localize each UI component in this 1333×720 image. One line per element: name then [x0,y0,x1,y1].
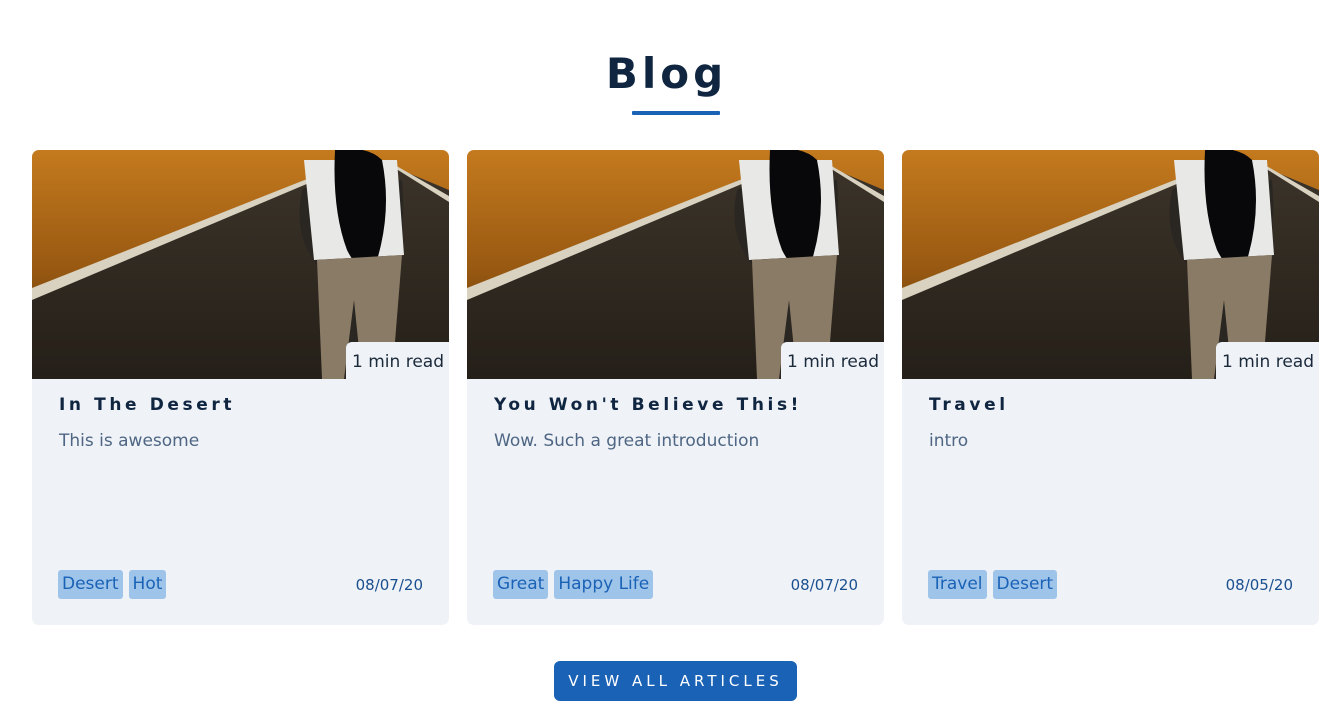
blog-card-date: 08/07/20 [790,576,858,594]
tag-list: Travel Desert [928,570,1063,599]
title-underline [632,111,720,115]
tag[interactable]: Desert [58,570,123,599]
blog-card[interactable]: 1 min read You Won't Believe This! Wow. … [467,150,884,625]
blog-card-title[interactable]: In The Desert [59,394,235,416]
tag[interactable]: Happy Life [554,570,654,599]
blog-card-intro: intro [929,431,969,451]
tag[interactable]: Desert [992,570,1058,599]
blog-card-title[interactable]: Travel [929,394,1009,416]
blog-section: Blog 1 min read In The Desert This is aw… [0,0,1333,720]
tag[interactable]: Great [493,570,549,599]
read-time-badge: 1 min read [781,342,884,379]
blog-card-intro: Wow. Such a great introduction [494,431,760,451]
read-time-badge: 1 min read [346,342,449,379]
blog-cards: 1 min read In The Desert This is awesome… [32,150,1320,625]
blog-card-date: 08/05/20 [1225,576,1293,594]
read-time-badge: 1 min read [1216,342,1319,379]
tag[interactable]: Travel [928,570,987,599]
blog-card[interactable]: 1 min read In The Desert This is awesome… [32,150,449,625]
view-all-articles-button[interactable]: VIEW ALL ARTICLES [554,661,797,701]
blog-card-intro: This is awesome [59,431,200,451]
blog-card[interactable]: 1 min read Travel intro Travel Desert 08/… [902,150,1319,625]
tag-list: Desert Hot [58,570,172,599]
section-title: Blog [605,49,728,98]
blog-card-title[interactable]: You Won't Believe This! [494,394,802,416]
tag[interactable]: Hot [128,570,167,599]
tag-list: Great Happy Life [493,570,659,599]
blog-card-date: 08/07/20 [355,576,423,594]
